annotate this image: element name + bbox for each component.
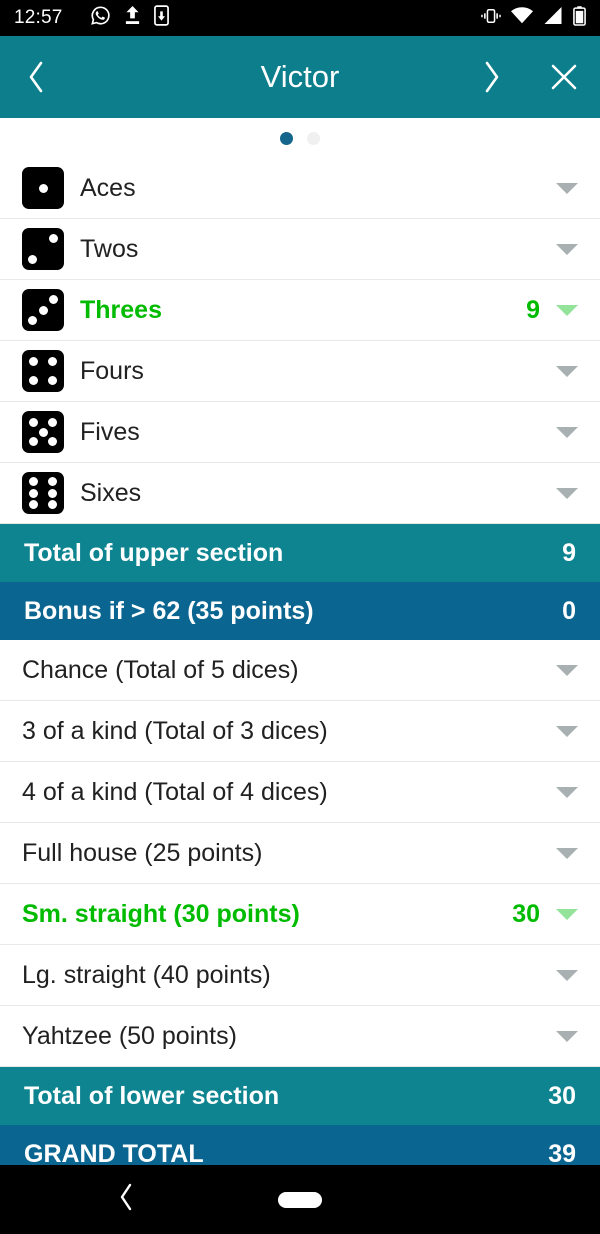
chevron-down-icon[interactable] [556, 426, 578, 438]
score-row[interactable]: Fives [0, 402, 600, 463]
score-row-label: 4 of a kind (Total of 4 dices) [22, 777, 328, 806]
battery-icon [573, 5, 586, 31]
score-row[interactable]: Sm. straight (30 points) 30 [0, 884, 600, 945]
score-row-label: Lg. straight (40 points) [22, 960, 271, 989]
die-face-6-icon [22, 472, 64, 514]
score-row[interactable]: Full house (25 points) [0, 823, 600, 884]
chevron-down-icon[interactable] [556, 847, 578, 859]
score-row-value: 30 [512, 899, 540, 928]
upper-section-bonus-value: 0 [562, 596, 576, 625]
chevron-down-icon[interactable] [556, 182, 578, 194]
status-bar-left: 12:57 [14, 5, 481, 31]
lower-section-total-value: 30 [548, 1081, 576, 1110]
page-indicator[interactable] [0, 118, 600, 158]
next-player-button[interactable] [456, 36, 528, 118]
upper-section-list: Aces Twos Threes 9 Fours Fives Sixes [0, 158, 600, 524]
app-bar: Victor [0, 36, 600, 118]
vibrate-icon [481, 8, 501, 29]
score-row-label: Yahtzee (50 points) [22, 1021, 237, 1050]
whatsapp-icon [90, 5, 111, 31]
score-row-label: Chance (Total of 5 dices) [22, 655, 299, 684]
score-row[interactable]: Yahtzee (50 points) [0, 1006, 600, 1067]
score-row-label: Aces [80, 173, 136, 202]
status-bar: 12:57 [0, 0, 600, 36]
score-row-label: 3 of a kind (Total of 3 dices) [22, 716, 328, 745]
app-root: 12:57 Victor Aces Twos Threes 9 Fours Fi… [0, 0, 600, 1234]
score-row-label: Fives [80, 417, 140, 446]
nav-home-pill[interactable] [278, 1191, 322, 1208]
score-row-label: Twos [80, 234, 139, 263]
page-dot-2[interactable] [307, 131, 320, 145]
chevron-down-icon[interactable] [556, 304, 578, 316]
die-face-1-icon [22, 167, 64, 209]
die-face-4-icon [22, 350, 64, 392]
upper-section-bonus-label: Bonus if > 62 (35 points) [24, 596, 314, 625]
nav-back-button[interactable] [117, 1182, 135, 1217]
lower-section-total-label: Total of lower section [24, 1081, 280, 1110]
score-row[interactable]: Sixes [0, 463, 600, 524]
chevron-down-icon[interactable] [556, 1030, 578, 1042]
chevron-down-icon[interactable] [556, 786, 578, 798]
wifi-icon [511, 7, 533, 29]
upper-section-bonus-row: Bonus if > 62 (35 points) 0 [0, 582, 600, 640]
score-row[interactable]: Chance (Total of 5 dices) [0, 640, 600, 701]
lower-section-list: Chance (Total of 5 dices) 3 of a kind (To… [0, 640, 600, 1067]
score-row-label: Full house (25 points) [22, 838, 263, 867]
android-nav-bar [0, 1165, 600, 1234]
status-bar-right [481, 5, 586, 31]
chevron-down-icon[interactable] [556, 908, 578, 920]
score-row[interactable]: Fours [0, 341, 600, 402]
score-row-value: 9 [526, 295, 540, 324]
download-to-device-icon [153, 5, 169, 31]
chevron-down-icon[interactable] [556, 365, 578, 377]
die-face-5-icon [22, 411, 64, 453]
upper-section-total-row: Total of upper section 9 [0, 524, 600, 582]
die-face-2-icon [22, 228, 64, 270]
score-row[interactable]: Threes 9 [0, 280, 600, 341]
score-row-label: Sm. straight (30 points) [22, 899, 300, 928]
nav-back-icon [120, 1183, 132, 1211]
chevron-down-icon[interactable] [556, 969, 578, 981]
score-row-label: Fours [80, 356, 144, 385]
score-row[interactable]: Aces [0, 158, 600, 219]
score-row-label: Sixes [80, 478, 142, 507]
score-row[interactable]: 4 of a kind (Total of 4 dices) [0, 762, 600, 823]
upload-icon [124, 6, 141, 30]
chevron-down-icon[interactable] [556, 487, 578, 499]
chevron-down-icon[interactable] [556, 725, 578, 737]
previous-player-button[interactable] [0, 36, 72, 118]
score-row[interactable]: 3 of a kind (Total of 3 dices) [0, 701, 600, 762]
score-row[interactable]: Twos [0, 219, 600, 280]
score-row-label: Threes [80, 295, 162, 324]
cellular-signal-icon [543, 7, 563, 29]
chevron-down-icon[interactable] [556, 664, 578, 676]
chevron-down-icon[interactable] [556, 243, 578, 255]
page-dot-1[interactable] [280, 131, 293, 145]
chevron-left-icon [29, 61, 43, 93]
scorecard-scroll-area[interactable]: Aces Twos Threes 9 Fours Fives Sixes Total of … [0, 118, 600, 1234]
lower-section-total-row: Total of lower section 30 [0, 1067, 600, 1125]
chevron-right-icon [485, 61, 499, 93]
upper-section-total-value: 9 [562, 538, 576, 567]
die-face-3-icon [22, 289, 64, 331]
upper-section-total-label: Total of upper section [24, 538, 284, 567]
close-icon [551, 64, 577, 90]
status-bar-clock: 12:57 [14, 7, 63, 28]
close-button[interactable] [528, 36, 600, 118]
score-row[interactable]: Lg. straight (40 points) [0, 945, 600, 1006]
